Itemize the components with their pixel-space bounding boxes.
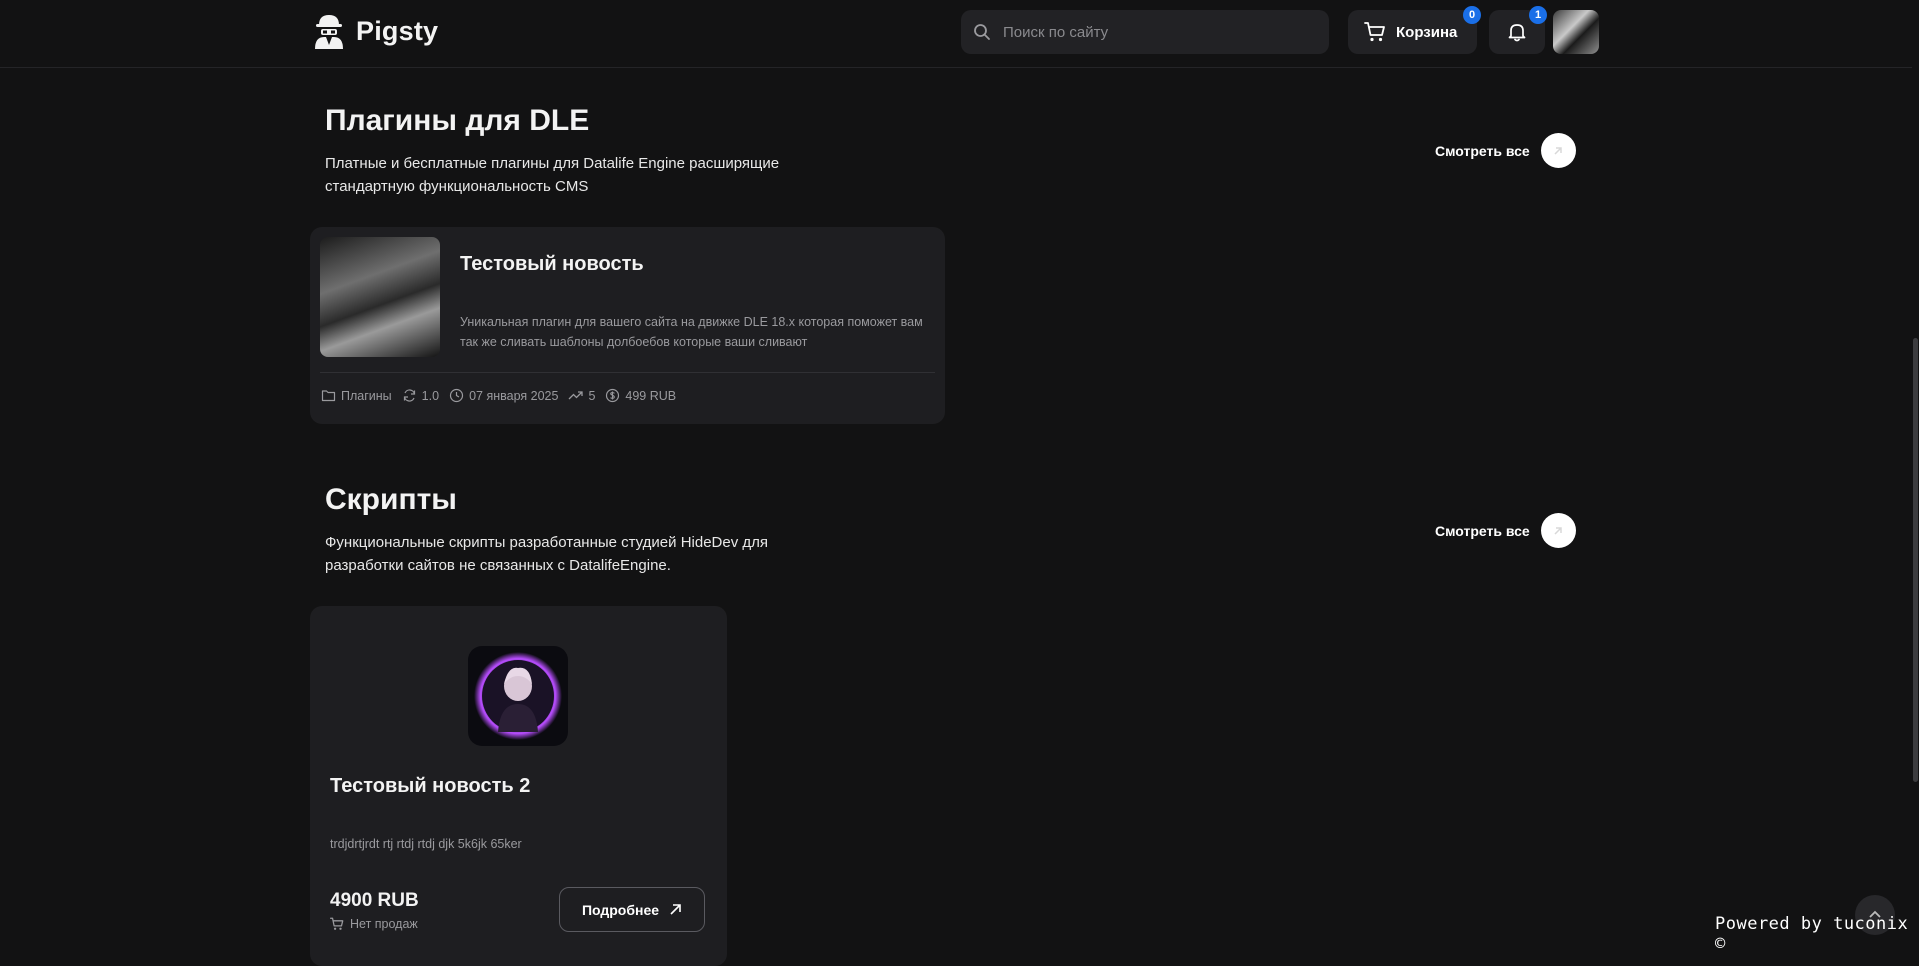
see-all-scripts-link[interactable]: Смотреть все <box>1435 513 1576 548</box>
search-input[interactable] <box>1001 22 1305 42</box>
plugin-price: 499 RUB <box>625 388 677 403</box>
script-price: 4900 RUB <box>330 890 419 911</box>
trending-up-icon <box>568 391 584 400</box>
clock-icon <box>449 388 464 403</box>
details-button-label: Подробнее <box>581 901 660 918</box>
section-title-plugins: Плагины для DLE <box>325 104 590 137</box>
script-logo <box>468 646 568 746</box>
anime-avatar-image <box>474 652 562 740</box>
plugin-date: 07 января 2025 <box>469 388 559 403</box>
script-card[interactable]: Тестовый новость 2 trdjdrtjrdt rtj rtdj … <box>310 606 727 966</box>
arrow-up-right-icon <box>1540 513 1576 548</box>
section-description-plugins: Платные и бесплатные плагины для Datalif… <box>325 155 780 195</box>
plugin-title[interactable]: Тестовый новость <box>460 253 644 276</box>
site-header: Pigsty Корзина 0 1 <box>0 0 1919 68</box>
cart-count-badge: 0 <box>1463 6 1481 24</box>
details-button[interactable]: Подробнее <box>559 887 705 932</box>
cart-label: Корзина <box>1396 23 1458 41</box>
site-logo[interactable]: Pigsty <box>312 12 438 50</box>
see-all-plugins-link[interactable]: Смотреть все <box>1435 133 1576 168</box>
sales-count: Нет продаж <box>350 917 418 931</box>
search-icon <box>974 24 990 40</box>
script-title[interactable]: Тестовый новость 2 <box>330 775 530 798</box>
folder-icon <box>321 390 336 402</box>
arrow-up-right-icon <box>670 904 681 915</box>
see-all-label: Смотреть все <box>1435 522 1530 539</box>
arrow-up-right-icon <box>1540 133 1576 168</box>
notifications-count-badge: 1 <box>1529 6 1547 24</box>
script-description: trdjdrtjrdt rtj rtdj rtdj djk 5k6jk 65ke… <box>330 837 522 851</box>
powered-by-text: Powered by tuconix © <box>1715 914 1909 954</box>
cart-button[interactable]: Корзина <box>1348 10 1477 54</box>
scrollbar-thumb[interactable] <box>1913 338 1918 782</box>
logo-text: Pigsty <box>356 15 439 46</box>
plugin-meta: Плагины 1.0 07 января 2025 5 499 RUB <box>321 388 686 403</box>
plugin-description: Уникальная плагин для вашего сайта на дв… <box>460 315 923 349</box>
refresh-icon <box>403 389 415 402</box>
user-avatar[interactable] <box>1553 10 1599 54</box>
section-description-scripts: Функциональные скрипты разработанные сту… <box>325 534 769 574</box>
script-sales: Нет продаж <box>330 917 418 931</box>
cart-icon <box>330 917 344 930</box>
section-title-scripts: Скрипты <box>325 483 457 516</box>
search-box[interactable] <box>961 10 1329 54</box>
plugin-category[interactable]: Плагины <box>341 389 392 403</box>
see-all-label: Смотреть все <box>1435 142 1530 159</box>
cart-icon <box>1364 22 1385 42</box>
plugin-version: 1.0 <box>421 388 440 403</box>
dollar-coin-icon <box>606 388 620 403</box>
plugin-trend: 5 <box>588 388 596 403</box>
plugin-card[interactable]: Тестовый новость Уникальная плагин для в… <box>310 227 945 424</box>
hacker-logo-icon <box>315 15 343 49</box>
card-divider <box>320 372 935 373</box>
bell-icon <box>1508 24 1526 42</box>
plugin-thumbnail <box>320 237 440 357</box>
